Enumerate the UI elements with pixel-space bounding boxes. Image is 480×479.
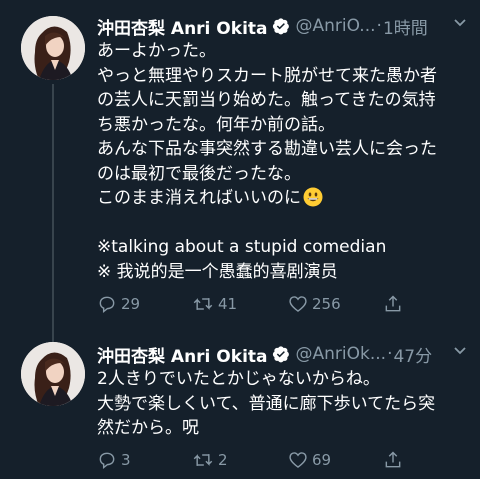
display-name[interactable]: 沖田杏梨 Anri Okita <box>97 14 268 39</box>
retweet-button[interactable]: 2 <box>192 450 228 470</box>
timestamp[interactable]: 47分 <box>393 342 432 367</box>
separator-dot: · <box>376 16 382 36</box>
chevron-down-icon[interactable] <box>453 343 467 361</box>
like-button[interactable]: 256 <box>288 294 341 314</box>
thread-line <box>52 330 54 340</box>
share-icon <box>385 451 401 468</box>
tweet-header: 沖田杏梨 Anri Okita @AnriO... · 1時間 <box>97 14 467 39</box>
tweet-line: ※ 我说的是一个愚蠢的喜剧演员 <box>97 261 338 282</box>
retweet-count: 2 <box>218 451 228 469</box>
tweet-line: ※talking about a stupid comedian <box>97 237 387 257</box>
handle[interactable]: @AnriOk... <box>296 344 387 364</box>
heart-icon <box>289 452 307 468</box>
tweet-text: あーよかった。 やっと無理やりスカート脱がせて来た愚か者 の芸人に天罰当り始めた… <box>97 39 467 284</box>
retweet-icon <box>193 454 213 466</box>
retweet-button[interactable]: 41 <box>192 294 237 314</box>
avatar[interactable] <box>21 16 85 80</box>
share-button[interactable] <box>383 450 403 470</box>
retweet-icon <box>193 298 213 310</box>
tweet-header: 沖田杏梨 Anri Okita @AnriOk... · 47分 <box>97 342 467 367</box>
share-icon <box>385 295 401 312</box>
tweet-line: あんな下品な事突然する勘違い芸人に会った <box>97 139 437 159</box>
reply-count: 3 <box>121 451 131 469</box>
tweet-line: あーよかった。 <box>97 41 216 61</box>
tweet-line: の芸人に天罰当り始めた。触ってきたの気持 <box>97 90 436 110</box>
avatar-image <box>21 16 85 80</box>
tweet-line: ち悪かったな。何年か前の話。 <box>97 114 335 135</box>
smiley-emoji-icon <box>303 187 323 207</box>
like-count: 69 <box>312 451 332 469</box>
reply-count: 29 <box>121 295 141 313</box>
chevron-down-icon[interactable] <box>453 15 467 33</box>
timestamp[interactable]: 1時間 <box>383 14 428 39</box>
reply-button[interactable]: 29 <box>97 294 140 314</box>
retweet-count: 41 <box>218 295 238 313</box>
tweet-line: このまま消えればいいのに <box>97 188 301 208</box>
like-button[interactable]: 69 <box>288 450 331 470</box>
tweet-line: 然だから。呪 <box>97 418 199 438</box>
avatar[interactable] <box>21 342 85 406</box>
separator-dot: · <box>387 344 393 364</box>
share-button[interactable] <box>383 294 403 314</box>
tweet-actions: 29 41 256 <box>97 292 417 316</box>
tweet-line: のは最初で最後だったな。 <box>97 163 301 184</box>
verified-badge-icon <box>272 345 290 363</box>
tweet-1[interactable]: 沖田杏梨 Anri Okita @AnriO... · 1時間 あーよかった。 … <box>0 14 480 344</box>
tweet-line: やっと無理やりスカート脱がせて来た愚か者 <box>97 65 437 86</box>
avatar-image <box>21 342 85 406</box>
tweet-text: 2人きりでいたとかじゃないからね。 大勢で楽しくいて、普通に廊下歩いてたら突 然… <box>97 367 467 441</box>
tweet-line: 大勢で楽しくいて、普通に廊下歩いてたら突 <box>97 393 436 414</box>
tweet-actions: 3 2 69 <box>97 448 417 472</box>
heart-icon <box>289 296 307 312</box>
display-name[interactable]: 沖田杏梨 Anri Okita <box>97 342 268 367</box>
tweet-line-with-emoji: このまま消えればいいのに <box>97 186 467 211</box>
tweet-line: 2人きりでいたとかじゃないからね。 <box>97 369 380 389</box>
verified-badge-icon <box>272 17 290 35</box>
reply-icon <box>99 296 115 313</box>
tweet-2[interactable]: 沖田杏梨 Anri Okita @AnriOk... · 47分 2人きりでいた… <box>0 330 480 479</box>
handle[interactable]: @AnriO... <box>296 16 376 36</box>
reply-icon <box>99 452 115 469</box>
like-count: 256 <box>312 295 341 313</box>
reply-button[interactable]: 3 <box>97 450 131 470</box>
thread-line <box>52 84 54 344</box>
